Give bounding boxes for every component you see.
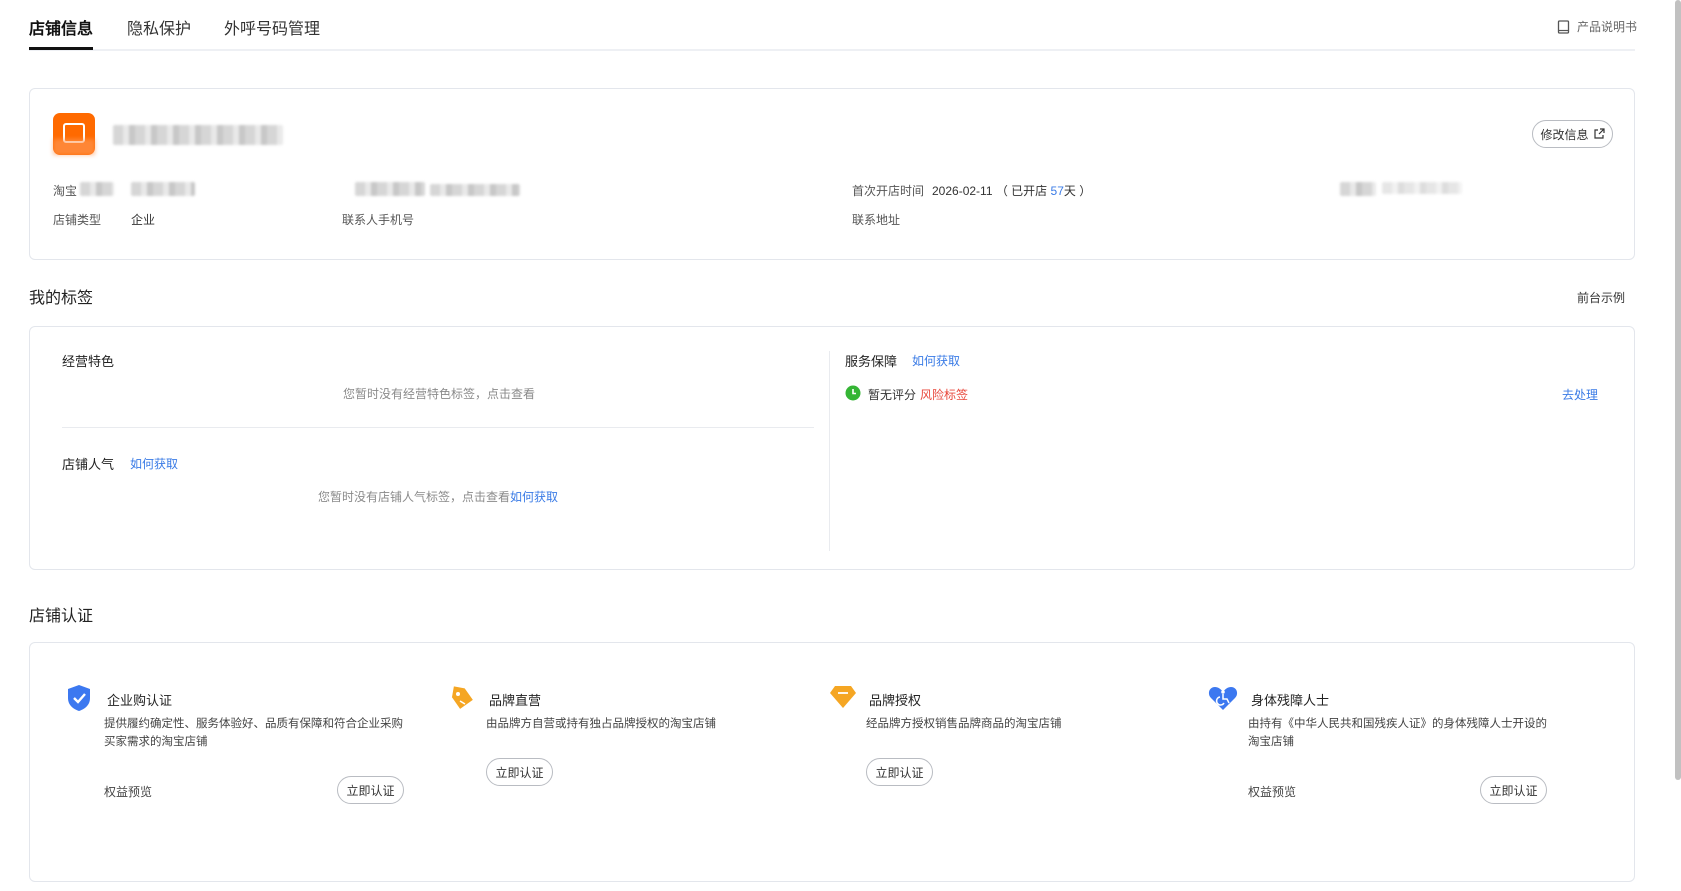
certification-title: 店铺认证 (29, 608, 94, 625)
taobao-account-redacted (131, 182, 195, 196)
business-features-title: 经营特色 (62, 354, 115, 369)
certify-button-brand-direct[interactable]: 立即认证 (486, 758, 553, 786)
my-tags-card: 经营特色 您暂时没有经营特色标签，点击查看 店铺人气 如何获取 您暂时没有店铺人… (29, 326, 1635, 570)
open-time-value: 2026-02-11 （ 已开店 57天 ） (932, 182, 1091, 199)
shop-type-value: 企业 (131, 213, 156, 227)
product-manual-link[interactable]: 产品说明书 (1557, 18, 1637, 35)
taobao-account-label: 淘宝 (53, 184, 78, 198)
field-value-redacted-2 (1382, 182, 1462, 194)
external-link-icon (1593, 128, 1605, 139)
popularity-how-link[interactable]: 如何获取 (130, 455, 178, 472)
cert-title-brand-authorized: 品牌授权 (869, 693, 922, 708)
edit-info-label: 修改信息 (1540, 127, 1589, 142)
clock-check-icon (845, 385, 861, 401)
field-label-redacted-2 (1340, 182, 1376, 196)
contact-phone-label: 联系人手机号 (342, 213, 415, 227)
risk-tag[interactable]: 风险标签 (920, 386, 968, 403)
cert-desc-disability: 由持有《中华人民共和国残疾人证》的身体残障人士开设的淘宝店铺 (1248, 718, 1547, 748)
heart-accessibility-icon (1208, 687, 1238, 710)
address-label: 联系地址 (852, 213, 901, 227)
tag-icon (451, 686, 473, 709)
popularity-title: 店铺人气 (62, 457, 115, 472)
certification-card: 企业购认证 提供履约确定性、服务体验好、品质有保障和符合企业采购买家需求的淘宝店… (29, 642, 1635, 882)
popularity-empty-link[interactable]: 如何获取 (510, 490, 558, 504)
my-tags-title: 我的标签 (29, 290, 94, 307)
certify-button-brand-authorized[interactable]: 立即认证 (866, 758, 933, 786)
cert-desc-enterprise: 提供履约确定性、服务体验好、品质有保障和符合企业采购买家需求的淘宝店铺 (104, 718, 403, 748)
shop-type-label: 店铺类型 (53, 213, 102, 227)
service-how-link[interactable]: 如何获取 (912, 352, 960, 369)
taobao-label-redacted (80, 182, 114, 196)
tab-shop-info[interactable]: 店铺信息 (29, 15, 93, 39)
diamond-icon (830, 686, 856, 708)
service-guarantee-title: 服务保障 (845, 354, 898, 369)
certify-button-enterprise[interactable]: 立即认证 (337, 776, 404, 804)
open-time-label: 首次开店时间 (852, 184, 925, 198)
cert-desc-brand-direct: 由品牌方自营或持有独占品牌授权的淘宝店铺 (486, 718, 716, 730)
shop-name-redacted (113, 125, 283, 145)
benefit-preview-enterprise[interactable]: 权益预览 (104, 783, 152, 800)
edit-info-button[interactable]: 修改信息 (1532, 120, 1613, 148)
cert-title-enterprise: 企业购认证 (107, 693, 173, 708)
shop-info-card: 修改信息 淘宝 首次开店时间 2026-02-11 （ 已开店 57天 ） 店铺… (29, 88, 1635, 260)
open-days: 57 (1050, 184, 1064, 198)
benefit-preview-disability[interactable]: 权益预览 (1248, 783, 1296, 800)
tab-outbound-number[interactable]: 外呼号码管理 (224, 15, 320, 39)
service-status: 暂无评分 (868, 388, 917, 402)
divider (62, 427, 814, 428)
cert-desc-brand-authorized: 经品牌方授权销售品牌商品的淘宝店铺 (866, 718, 1062, 730)
shield-check-icon (68, 685, 90, 711)
open-suffix: 天 ） (1063, 184, 1092, 198)
open-date: 2026-02-11 (932, 184, 993, 198)
page-scrollbar[interactable] (1675, 0, 1681, 780)
certify-button-disability[interactable]: 立即认证 (1480, 776, 1547, 804)
column-divider (829, 351, 830, 551)
cert-title-disability: 身体残障人士 (1251, 693, 1330, 708)
active-tab-indicator (29, 47, 93, 50)
field-value-redacted (430, 184, 520, 196)
popularity-empty-text: 您暂时没有店铺人气标签，点击查看 (318, 490, 511, 504)
business-features-empty[interactable]: 您暂时没有经营特色标签，点击查看 (343, 385, 535, 402)
cert-title-brand-direct: 品牌直营 (489, 693, 542, 708)
tab-bar: 店铺信息 隐私保护 外呼号码管理 产品说明书 (29, 0, 1637, 51)
handle-link[interactable]: 去处理 (1562, 386, 1598, 403)
storefront-example-link[interactable]: 前台示例 (1577, 289, 1625, 306)
tab-privacy[interactable]: 隐私保护 (127, 15, 191, 39)
book-icon (1557, 19, 1570, 34)
open-prefix: （ 已开店 (995, 184, 1051, 198)
product-manual-label: 产品说明书 (1577, 20, 1638, 34)
popularity-empty: 您暂时没有店铺人气标签，点击查看如何获取 (318, 488, 558, 505)
field-label-redacted (355, 182, 425, 196)
shop-logo (53, 113, 95, 155)
